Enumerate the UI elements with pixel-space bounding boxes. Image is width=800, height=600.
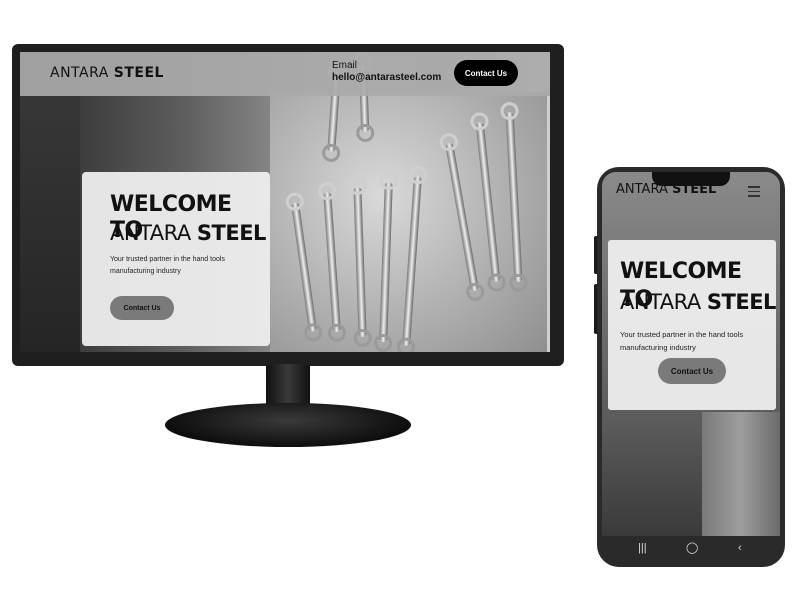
home-icon[interactable]: ◯: [686, 542, 698, 554]
phone-hero-title-line2: ANTARA STEEL: [620, 290, 776, 314]
phone-hero-card: WELCOME TO ANTARA STEEL Your trusted par…: [608, 240, 776, 410]
email-link[interactable]: hello@antarasteel.com: [332, 72, 441, 83]
header-contact-button[interactable]: Contact Us: [454, 60, 518, 86]
phone-notch: [652, 172, 730, 186]
hero-tagline: Your trusted partner in the hand tools m…: [110, 256, 225, 275]
scrollbar[interactable]: [547, 96, 550, 352]
site-header: ANTARA STEEL Email hello@antarasteel.com…: [20, 52, 550, 96]
monitor-stand-base: [165, 403, 411, 447]
recent-apps-icon[interactable]: |||: [638, 542, 647, 554]
hamburger-menu-icon[interactable]: [748, 186, 760, 200]
phone-nav-bar: ||| ◯ ‹: [602, 536, 780, 560]
hero-card: WELCOME TO ANTARA STEEL Your trusted par…: [82, 172, 270, 346]
phone-screen: ANTARA STEEL WELCOME TO ANTARA STEEL You…: [602, 172, 780, 536]
site-logo[interactable]: ANTARA STEEL: [50, 65, 164, 81]
phone-hero-tagline: Your trusted partner in the hand tools m…: [620, 330, 744, 352]
hero-title-line2: ANTARA STEEL: [110, 221, 266, 245]
tool-pegboard: [270, 61, 550, 352]
email-label: Email: [332, 60, 358, 71]
back-icon[interactable]: ‹: [738, 542, 742, 554]
phone-hero-contact-button[interactable]: Contact Us: [658, 358, 726, 384]
monitor-screen: ANTARA STEEL Email hello@antarasteel.com…: [20, 52, 550, 352]
hero-contact-button[interactable]: Contact Us: [110, 296, 174, 320]
